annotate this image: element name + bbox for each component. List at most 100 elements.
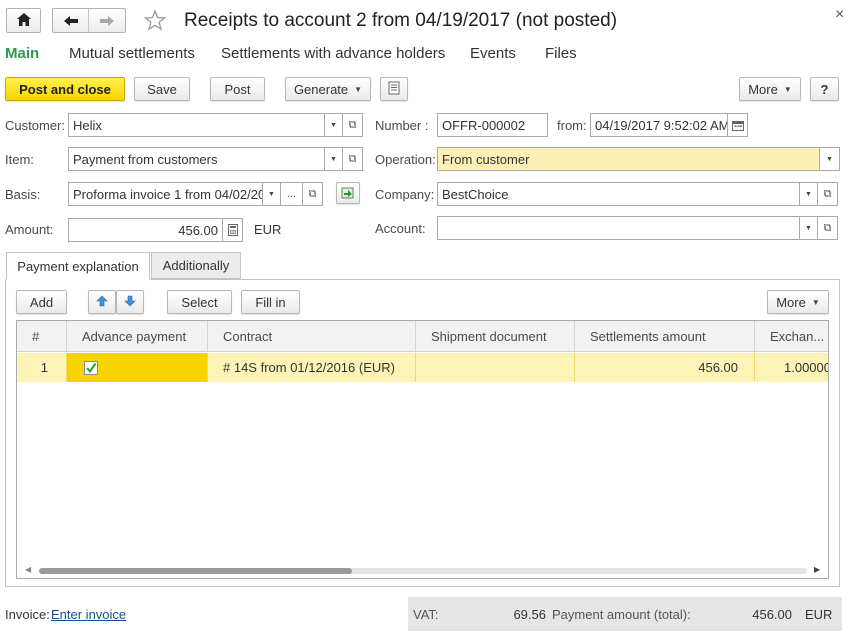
settlements-amount-cell[interactable]: 456.00: [575, 353, 755, 382]
account-open-icon[interactable]: ⧉: [818, 216, 838, 240]
back-arrow-icon[interactable]: [53, 9, 90, 32]
table-more-label: More: [776, 294, 806, 310]
date-field[interactable]: 04/19/2017 9:52:02 AM: [590, 113, 728, 137]
more-label: More: [748, 81, 778, 97]
tab-additionally-label: Additionally: [162, 258, 230, 273]
tab-payment-explanation-label: Payment explanation: [17, 258, 139, 274]
payment-currency: EUR: [805, 607, 833, 622]
amount-field[interactable]: 456.00: [68, 218, 223, 242]
basis-label: Basis:: [5, 187, 41, 202]
customer-dropdown-icon[interactable]: ▼: [325, 113, 343, 137]
column-header-shipment-document[interactable]: Shipment document: [416, 321, 575, 352]
column-header-settlements-amount[interactable]: Settlements amount: [575, 321, 755, 352]
select-button[interactable]: Select: [167, 290, 232, 314]
company-open-icon[interactable]: ⧉: [818, 182, 838, 206]
amount-currency: EUR: [254, 222, 282, 237]
favorite-star-icon[interactable]: [143, 9, 167, 34]
item-field[interactable]: Payment from customers: [68, 147, 325, 171]
operation-label: Operation:: [375, 152, 436, 167]
payment-explanation-table: # Advance payment Contract Shipment docu…: [16, 320, 829, 579]
basis-dropdown-icon[interactable]: ▼: [263, 182, 281, 206]
generate-button[interactable]: Generate ▼: [285, 77, 371, 101]
document-icon: [388, 81, 400, 98]
vat-label: VAT:: [413, 607, 439, 622]
basis-select-button[interactable]: ...: [281, 182, 303, 206]
caret-down-icon: ▼: [354, 84, 363, 94]
tab-files[interactable]: Files: [545, 45, 577, 62]
back-forward-group: [52, 8, 126, 33]
window-title: Receipts to account 2 from 04/19/2017 (n…: [184, 10, 618, 31]
basis-open-icon[interactable]: ⧉: [303, 182, 323, 206]
tab-additionally[interactable]: Additionally: [151, 252, 241, 279]
add-button[interactable]: Add: [16, 290, 67, 314]
document-report-button[interactable]: [380, 77, 408, 101]
from-label: from:: [557, 118, 587, 133]
vat-value: 69.56: [513, 607, 546, 622]
fill-in-button[interactable]: Fill in: [241, 290, 300, 314]
caret-down-icon: ▼: [783, 84, 792, 94]
exchange-rate-cell[interactable]: 1.00000: [755, 353, 828, 382]
more-button[interactable]: More ▼: [739, 77, 801, 101]
invoice-label: Invoice:: [5, 607, 50, 622]
move-up-button[interactable]: [88, 290, 116, 314]
column-header-number[interactable]: #: [17, 321, 67, 352]
company-label: Company:: [375, 187, 435, 202]
tab-mutual-settlements[interactable]: Mutual settlements: [69, 45, 195, 62]
operation-dropdown-icon[interactable]: ▼: [820, 147, 840, 171]
payment-amount-label: Payment amount (total):: [552, 607, 691, 622]
item-dropdown-icon[interactable]: ▼: [325, 147, 343, 171]
tab-main[interactable]: Main: [5, 45, 39, 62]
item-open-icon[interactable]: ⧉: [343, 147, 363, 171]
post-and-close-button[interactable]: Post and close: [5, 77, 125, 101]
account-label: Account:: [375, 221, 426, 236]
horizontal-scrollbar[interactable]: ◀ ▶: [17, 562, 828, 578]
column-header-advance-payment[interactable]: Advance payment: [67, 321, 208, 352]
customer-open-icon[interactable]: ⧉: [343, 113, 363, 137]
tab-payment-explanation[interactable]: Payment explanation: [6, 252, 150, 280]
table-more-button[interactable]: More ▼: [767, 290, 829, 314]
item-label: Item:: [5, 152, 34, 167]
number-field[interactable]: OFFR-000002: [437, 113, 548, 137]
move-down-button[interactable]: [116, 290, 144, 314]
company-dropdown-icon[interactable]: ▼: [800, 182, 818, 206]
help-button[interactable]: ?: [810, 77, 839, 101]
save-button[interactable]: Save: [134, 77, 190, 101]
fill-basis-button[interactable]: [336, 182, 360, 204]
account-field[interactable]: [437, 216, 800, 240]
scroll-left-icon[interactable]: ◀: [25, 565, 31, 574]
company-field[interactable]: BestChoice: [437, 182, 800, 206]
scroll-right-icon[interactable]: ▶: [814, 565, 820, 574]
close-icon[interactable]: ×: [835, 6, 844, 24]
column-header-exchange[interactable]: Exchan...: [755, 321, 828, 352]
calculator-icon[interactable]: [223, 218, 243, 242]
shipment-document-cell[interactable]: [416, 353, 575, 382]
arrow-up-icon: [96, 295, 108, 310]
customer-field[interactable]: Helix: [68, 113, 325, 137]
totals-bar: VAT: 69.56 Payment amount (total): 456.0…: [408, 597, 842, 631]
operation-field[interactable]: From customer: [437, 147, 820, 171]
row-number: 1: [17, 353, 67, 382]
customer-label: Customer:: [5, 118, 65, 133]
generate-label: Generate: [293, 81, 349, 97]
home-button[interactable]: [6, 8, 41, 33]
forward-arrow-icon[interactable]: [89, 9, 125, 32]
number-label: Number :: [375, 118, 429, 133]
caret-down-icon: ▼: [811, 297, 820, 307]
tab-settlements-advance-holders[interactable]: Settlements with advance holders: [221, 45, 445, 62]
column-header-contract[interactable]: Contract: [208, 321, 416, 352]
home-icon: [16, 12, 32, 30]
payment-amount-value: 456.00: [752, 607, 792, 622]
checkbox-checked-icon[interactable]: [84, 360, 98, 375]
basis-field[interactable]: Proforma invoice 1 from 04/02/20: [68, 182, 263, 206]
amount-label: Amount:: [5, 222, 54, 237]
account-dropdown-icon[interactable]: ▼: [800, 216, 818, 240]
post-button[interactable]: Post: [210, 77, 265, 101]
enter-invoice-link[interactable]: Enter invoice: [51, 607, 126, 622]
calendar-icon[interactable]: [728, 113, 748, 137]
fill-basis-icon: [341, 185, 355, 202]
scrollbar-thumb[interactable]: [39, 568, 352, 574]
arrow-down-icon: [124, 295, 136, 310]
advance-payment-cell[interactable]: [67, 353, 208, 382]
tab-events[interactable]: Events: [470, 45, 516, 62]
contract-cell[interactable]: # 14S from 01/12/2016 (EUR): [208, 353, 416, 382]
